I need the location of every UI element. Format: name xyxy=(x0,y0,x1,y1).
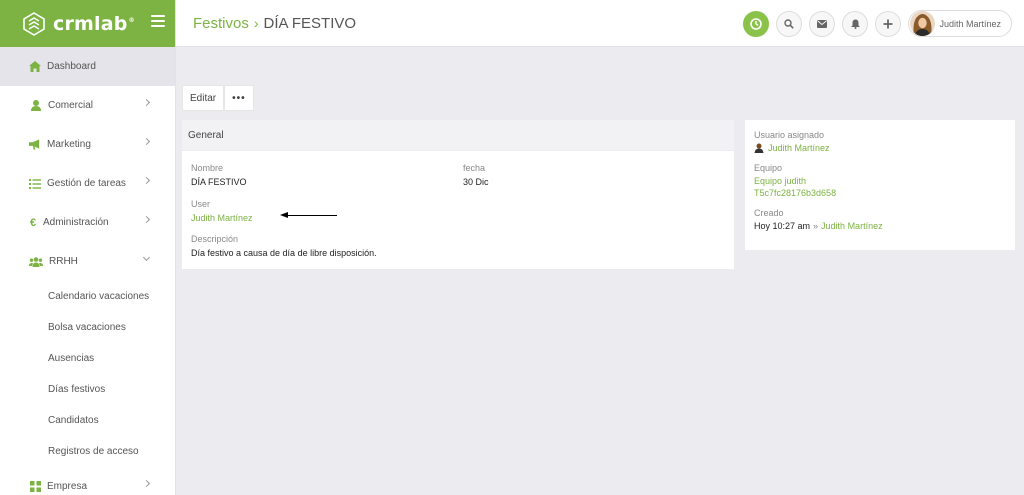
chevron-right-icon xyxy=(142,137,151,146)
created-value: Hoy 10:27 am » Judith Martínez xyxy=(754,221,1006,231)
field-nombre: Nombre DÍA FESTIVO xyxy=(191,163,247,187)
more-actions-button[interactable]: ••• xyxy=(224,85,254,111)
sidebar-item-comercial[interactable]: Comercial xyxy=(0,86,175,125)
clock-button[interactable] xyxy=(743,10,770,37)
sidebar-subitem-calendario-vacaciones[interactable]: Calendario vacaciones xyxy=(0,281,175,312)
sidebar: crmlab® Dashboard Comercial Marketing Ge… xyxy=(0,0,176,495)
general-panel: General Nombre DÍA FESTIVO fecha 30 Dic … xyxy=(182,120,734,269)
sidebar-subitem-dias-festivos[interactable]: Días festivos xyxy=(0,374,175,405)
sidebar-subitem-bolsa-vacaciones[interactable]: Bolsa vacaciones xyxy=(0,312,175,343)
crmlab-logo-icon[interactable] xyxy=(21,11,47,37)
sidebar-item-rrhh[interactable]: RRHH xyxy=(0,242,175,281)
search-icon xyxy=(784,18,795,29)
sidebar-item-label: Comercial xyxy=(48,100,94,111)
mail-button[interactable] xyxy=(809,10,836,37)
brand-name: crmlab® xyxy=(53,12,135,35)
logo-bar: crmlab® xyxy=(0,0,175,47)
sidebar-subitem-ausencias[interactable]: Ausencias xyxy=(0,343,175,374)
team-block: Equipo Equipo judith T5c7fc28176b3d658 xyxy=(754,163,1006,198)
avatar xyxy=(910,11,936,36)
assigned-user-block: Usuario asignado Judith Martínez xyxy=(754,130,1006,153)
sidebar-item-label: Marketing xyxy=(47,139,91,150)
user-name: Judith Martínez xyxy=(939,18,1001,29)
sidebar-item-label: Administración xyxy=(43,217,109,228)
edit-button[interactable]: Editar xyxy=(182,85,225,111)
clock-icon xyxy=(750,17,763,30)
created-by-link[interactable]: Judith Martínez xyxy=(821,221,883,231)
annotation-arrow-line xyxy=(286,215,337,216)
top-actions: Judith Martínez xyxy=(736,10,1012,37)
sidebar-nav: Dashboard Comercial Marketing Gestión de… xyxy=(0,47,175,495)
sidebar-item-marketing[interactable]: Marketing xyxy=(0,125,175,164)
created-separator: » xyxy=(813,221,819,231)
field-value: Día festivo a causa de día de libre disp… xyxy=(191,248,377,258)
field-label: Descripción xyxy=(191,234,239,244)
sidebar-item-label: Empresa xyxy=(47,481,88,492)
created-label: Creado xyxy=(754,208,784,218)
user-link[interactable]: Judith Martínez xyxy=(191,213,253,223)
chevron-down-icon xyxy=(142,253,151,262)
sidebar-item-label: RRHH xyxy=(49,256,78,267)
menu-toggle-icon[interactable] xyxy=(151,15,165,27)
field-value: DÍA FESTIVO xyxy=(191,177,247,187)
sidebar-item-gestion-tareas[interactable]: Gestión de tareas xyxy=(0,164,175,203)
user-menu[interactable]: Judith Martínez xyxy=(908,10,1012,37)
envelope-icon xyxy=(817,19,828,28)
field-label: Nombre xyxy=(191,163,224,173)
team-link[interactable]: Equipo judith xyxy=(754,176,1006,186)
sidebar-subitem-candidatos[interactable]: Candidatos xyxy=(0,405,175,436)
sidebar-subitem-registros-acceso[interactable]: Registros de acceso xyxy=(0,436,175,467)
sidebar-item-label: Dashboard xyxy=(47,61,96,72)
user-icon xyxy=(30,100,42,112)
field-descripcion: Descripción Día festivo a causa de día d… xyxy=(191,234,377,258)
created-block: Creado Hoy 10:27 am » Judith Martínez xyxy=(754,208,1006,231)
chevron-right-icon xyxy=(142,479,151,488)
megaphone-icon xyxy=(29,139,41,151)
bell-icon xyxy=(850,19,860,29)
chevron-right-icon xyxy=(142,215,151,224)
sidebar-item-administracion[interactable]: € Administración xyxy=(0,203,175,242)
field-fecha: fecha 30 Dic xyxy=(463,163,489,187)
team-id-link[interactable]: T5c7fc28176b3d658 xyxy=(754,188,1006,198)
assigned-user-label: Usuario asignado xyxy=(754,130,825,140)
grid-icon xyxy=(29,481,41,493)
panel-title: General xyxy=(182,120,734,151)
sidebar-item-label: Gestión de tareas xyxy=(47,178,126,189)
record-toolbar: Editar ••• xyxy=(182,85,254,111)
search-button[interactable] xyxy=(776,10,803,37)
field-label: fecha xyxy=(463,163,486,173)
breadcrumb-festivos[interactable]: Festivos xyxy=(193,15,249,32)
team-label: Equipo xyxy=(754,163,783,173)
sidebar-item-empresa[interactable]: Empresa xyxy=(0,467,175,495)
notifications-button[interactable] xyxy=(842,10,869,37)
euro-icon: € xyxy=(29,216,37,229)
add-button[interactable] xyxy=(875,10,902,37)
field-user: User Judith Martínez xyxy=(191,199,253,223)
annotation-arrow-icon xyxy=(280,212,288,218)
chevron-right-icon xyxy=(142,176,151,185)
plus-icon xyxy=(883,19,893,28)
home-icon xyxy=(29,61,41,73)
breadcrumb-separator: › xyxy=(253,15,259,31)
topbar: Festivos › DÍA FESTIVO Judith Martínez xyxy=(176,0,1024,47)
chevron-right-icon xyxy=(142,98,151,107)
assigned-user-link[interactable]: Judith Martínez xyxy=(768,143,830,153)
page-title: DÍA FESTIVO xyxy=(263,14,357,32)
users-icon xyxy=(29,256,43,268)
field-label: User xyxy=(191,199,211,209)
sidebar-item-dashboard[interactable]: Dashboard xyxy=(0,47,175,86)
tasks-icon xyxy=(29,178,41,190)
assignment-panel: Usuario asignado Judith Martínez Equipo … xyxy=(745,120,1015,250)
assigned-user-value: Judith Martínez xyxy=(754,143,1006,153)
field-value: 30 Dic xyxy=(463,177,489,187)
user-avatar-icon xyxy=(754,143,764,153)
created-time: Hoy 10:27 am xyxy=(754,221,811,231)
